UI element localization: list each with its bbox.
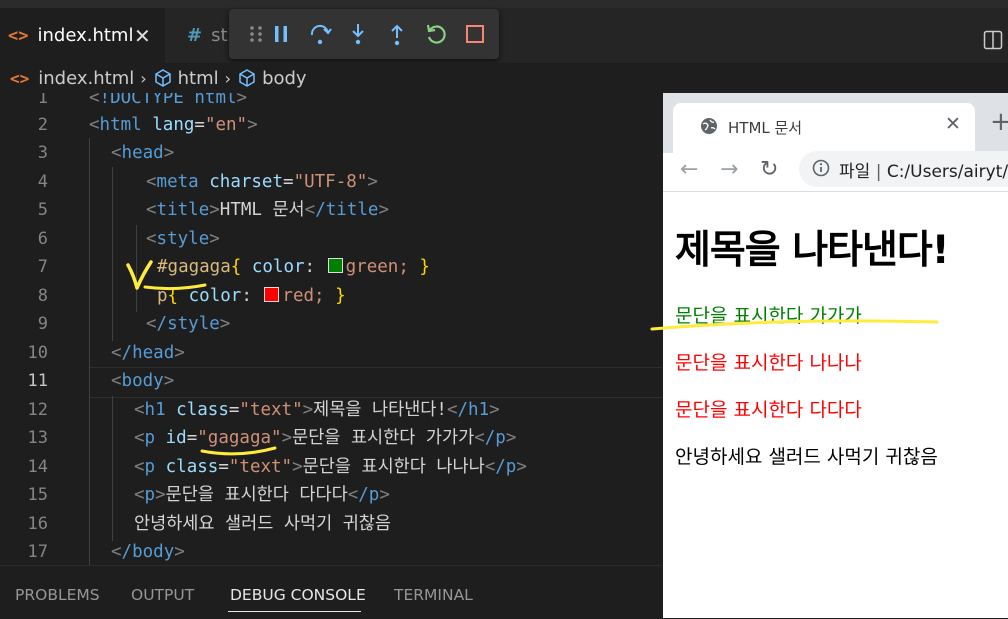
tab-label: st [211, 25, 228, 46]
code-line-5: 5 <title>HTML 문서</title> [0, 196, 662, 225]
address-text: 파일 | C:/Users/airyt/ [839, 157, 1008, 182]
tab-problems[interactable]: PROBLEMS [15, 586, 100, 604]
line-number: 13 [27, 428, 48, 448]
new-tab-icon[interactable]: + [990, 107, 1008, 137]
line-number: 14 [27, 457, 48, 477]
line-number: 1 [37, 93, 48, 108]
split-editor-icon[interactable] [983, 30, 1003, 50]
page-paragraph: 문단을 표시한다 나나나 [675, 352, 862, 374]
address-path: C:/Users/airyt/ [886, 162, 1008, 182]
code-line-10: 10 </head> [0, 339, 662, 368]
forward-arrow-icon[interactable]: → [720, 157, 738, 182]
breadcrumb-label: html [177, 67, 219, 89]
editor-tab-bar: <> index.html ✕ # st [0, 8, 1008, 63]
step-out-icon[interactable] [384, 21, 410, 47]
breadcrumb-label: index.html [38, 67, 135, 89]
back-arrow-icon[interactable]: ← [680, 157, 698, 182]
html-file-icon: <> [8, 25, 29, 46]
title-strip [0, 0, 1008, 8]
line-number: 5 [37, 200, 48, 220]
address-separator: | [875, 162, 882, 182]
tab-label: index.html [37, 25, 134, 46]
reload-icon[interactable]: ↻ [760, 157, 778, 182]
code-line-8: 8 p{ color: red; } [0, 282, 662, 311]
code-line-7: 7 #gagaga{ color: green; } [0, 253, 662, 282]
step-into-icon[interactable] [345, 21, 371, 47]
code-line-16: 16 안녕하세요 샐러드 사먹기 귀찮음 [0, 510, 662, 539]
page-heading: 제목을 나타낸다! [675, 228, 950, 273]
line-number: 2 [37, 115, 48, 135]
step-over-icon[interactable] [307, 21, 333, 47]
code-line-15: 15 <p>문단을 표시한다 다다다</p> [0, 481, 662, 510]
color-swatch-green[interactable] [327, 258, 343, 273]
code-line-14: 14 <p class="text">문단을 표시한다 나나나</p> [0, 453, 662, 482]
address-bar[interactable]: 파일 | C:/Users/airyt/ [799, 151, 1008, 187]
code-line-3: 3 <head> [0, 139, 662, 168]
css-file-icon: # [187, 25, 203, 46]
breadcrumb-item-file[interactable]: <> index.html [10, 68, 134, 89]
html-file-icon: <> [10, 68, 30, 88]
page-paragraph: 문단을 표시한다 다다다 [675, 399, 862, 421]
code-line-9: 9 </style> [0, 310, 662, 339]
active-tab-indicator [228, 611, 361, 612]
breadcrumb-item-html[interactable]: html [153, 68, 219, 89]
tab-index-html[interactable]: <> index.html ✕ [0, 8, 165, 63]
debug-toolbar [229, 9, 499, 59]
line-number: 8 [37, 286, 48, 306]
breadcrumb: <> index.html › html › body [0, 63, 1008, 93]
browser-window: HTML 문서 ✕ + ← → ↻ 파일 | C:/Users/airyt/ 제… [663, 93, 1008, 618]
stop-icon[interactable] [462, 21, 488, 47]
code-line-12: 12 <h1 class="text">제목을 나타낸다!</h1> [0, 396, 662, 425]
line-number: 7 [37, 257, 48, 277]
breadcrumb-item-body[interactable]: body [237, 68, 307, 89]
breadcrumb-label: body [262, 67, 307, 89]
browser-tab-title: HTML 문서 [728, 119, 803, 137]
code-line-17: 17 </body> [0, 538, 662, 565]
element-cube-icon [154, 69, 171, 87]
code-line-13: 13 <p id="gagaga">문단을 표시한다 가가가</p> [0, 424, 662, 453]
close-icon[interactable]: ✕ [945, 113, 961, 135]
line-number: 11 [27, 371, 48, 391]
line-number: 6 [37, 229, 48, 249]
chevron-right-icon: › [224, 68, 232, 88]
code-line-1: 1 <!DOCTYPE html> [0, 93, 662, 113]
line-number: 12 [27, 400, 48, 420]
page-paragraph: 문단을 표시한다 가가가 [675, 305, 862, 327]
close-icon[interactable]: ✕ [134, 24, 151, 48]
code-line-4: 4 <meta charset="UTF-8"> [0, 168, 662, 197]
tab-debug-console[interactable]: DEBUG CONSOLE [230, 586, 366, 604]
panel-tab-bar: PROBLEMS OUTPUT DEBUG CONSOLE TERMINAL [0, 565, 662, 619]
browser-tab[interactable]: HTML 문서 ✕ [673, 103, 975, 153]
tab-output[interactable]: OUTPUT [131, 586, 194, 604]
tab-stylesheet[interactable]: # st [165, 8, 235, 63]
line-number: 15 [27, 485, 48, 505]
line-number: 16 [27, 514, 48, 534]
line-number: 17 [27, 542, 48, 562]
browser-toolbar: ← → ↻ 파일 | C:/Users/airyt/ [663, 151, 1008, 192]
browser-tab-bar: HTML 문서 ✕ + [663, 93, 1008, 153]
line-number: 9 [37, 314, 48, 334]
code-editor[interactable]: 1 <!DOCTYPE html> 2 <html lang="en"> 3 <… [0, 93, 662, 565]
chevron-right-icon: › [140, 68, 147, 88]
code-line-11: 11 <body> [0, 367, 662, 396]
scheme-label: 파일 [839, 162, 871, 182]
pause-icon[interactable] [268, 21, 294, 47]
color-swatch-red[interactable] [264, 287, 280, 302]
code-line-2: 2 <html lang="en"> [0, 111, 662, 140]
page-paragraph: 안녕하세요 샐러드 사먹기 귀찮음 [675, 446, 938, 468]
info-icon[interactable] [812, 159, 830, 177]
element-cube-icon [239, 69, 255, 87]
drag-handle-icon[interactable] [243, 21, 269, 47]
line-number: 10 [27, 343, 48, 363]
restart-icon[interactable] [423, 21, 449, 47]
globe-icon [701, 118, 717, 134]
line-number: 4 [37, 172, 48, 192]
code-line-6: 6 <style> [0, 225, 662, 254]
tab-terminal[interactable]: TERMINAL [394, 586, 473, 604]
line-number: 3 [37, 143, 48, 163]
